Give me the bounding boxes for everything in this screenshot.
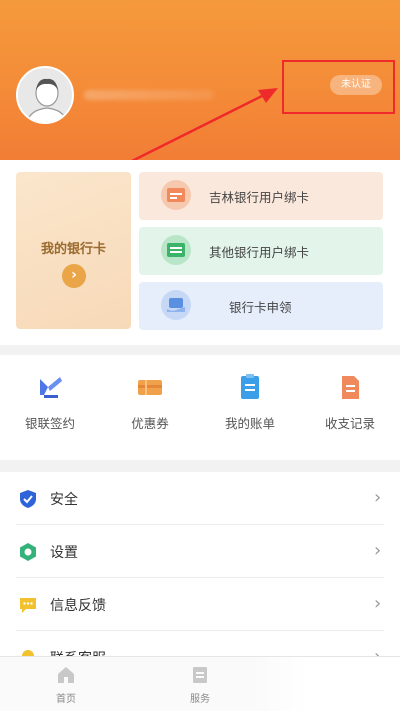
my-bank-card-panel[interactable]: 我的银行卡 ›	[16, 172, 131, 329]
my-bank-card-label: 我的银行卡	[40, 242, 106, 257]
record-icon	[336, 373, 364, 401]
menu-item-label: 设置	[50, 545, 78, 561]
chevron-right-icon: ›	[374, 487, 382, 508]
my-bill-label: 我的账单	[224, 416, 275, 431]
unionpay-sign-label: 银联签约	[24, 416, 75, 431]
avatar[interactable]	[16, 66, 74, 124]
user-name-blurred	[84, 90, 214, 100]
bank-card-section: 我的银行卡 › 吉林银行用户绑卡 其他银行用户绑卡 银行卡申领	[0, 160, 400, 345]
quick-function-grid: 银联签约 优惠券 我的账单 收支记录	[0, 355, 400, 460]
profile-header: 未认证	[0, 0, 400, 160]
bottom-tab-bar: 首页 服务	[0, 656, 400, 711]
user-avatar-icon	[18, 68, 72, 122]
coupon-icon	[136, 373, 164, 401]
bill-icon	[236, 373, 264, 401]
tab-home[interactable]: 首页	[36, 664, 96, 705]
tab-service[interactable]: 服务	[170, 664, 230, 705]
verify-status-badge[interactable]: 未认证	[330, 75, 382, 95]
tab-label: 首页	[56, 694, 76, 705]
coupon-label: 优惠券	[131, 416, 169, 431]
income-expense-record-button[interactable]: 收支记录	[310, 373, 390, 432]
unionpay-sign-button[interactable]: 银联签约	[10, 373, 90, 432]
menu-item-label: 安全	[50, 492, 78, 508]
my-bill-button[interactable]: 我的账单	[210, 373, 290, 432]
card-bind-icon	[161, 180, 191, 210]
card-apply-icon	[161, 290, 191, 320]
unionpay-sign-icon	[36, 373, 64, 401]
coupon-button[interactable]: 优惠券	[110, 373, 190, 432]
menu-item-feedback[interactable]: 信息反馈 ›	[0, 578, 400, 631]
bind-other-card-label: 其他银行用户绑卡	[209, 245, 310, 260]
tab-label: 服务	[190, 694, 210, 705]
apply-card-button[interactable]: 银行卡申领	[139, 282, 383, 330]
settings-icon	[18, 542, 38, 562]
tabbar-fade	[250, 657, 400, 711]
shield-icon	[18, 489, 38, 509]
menu-list: 安全 › 设置 › 信息反馈 › 联系客服 ›	[0, 472, 400, 672]
bind-other-card-button[interactable]: 其他银行用户绑卡	[139, 227, 383, 275]
bind-jilin-card-button[interactable]: 吉林银行用户绑卡	[139, 172, 383, 220]
apply-card-label: 银行卡申领	[229, 300, 292, 315]
feedback-icon	[18, 595, 38, 615]
bind-jilin-card-label: 吉林银行用户绑卡	[209, 190, 310, 205]
menu-item-security[interactable]: 安全 ›	[0, 472, 400, 525]
card-stack-icon	[161, 235, 191, 265]
income-expense-record-label: 收支记录	[324, 416, 375, 431]
chevron-right-icon[interactable]: ›	[62, 264, 86, 288]
home-icon	[55, 664, 77, 686]
chevron-right-icon: ›	[374, 540, 382, 561]
service-icon	[189, 664, 211, 686]
menu-item-settings[interactable]: 设置 ›	[0, 525, 400, 578]
menu-item-label: 信息反馈	[50, 598, 106, 614]
chevron-right-icon: ›	[374, 593, 382, 614]
